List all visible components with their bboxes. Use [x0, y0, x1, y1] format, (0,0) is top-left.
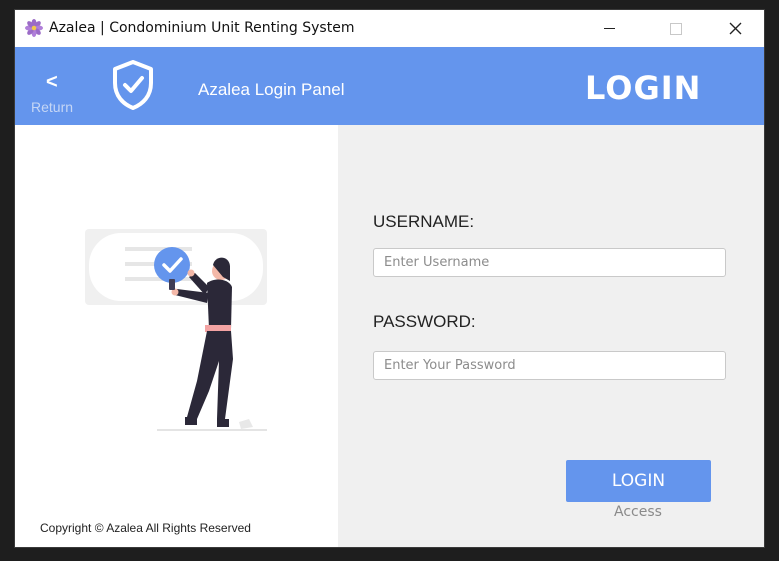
- illustration-panel: Copyright © Azalea All Rights Reserved: [15, 125, 338, 547]
- password-input[interactable]: [373, 351, 726, 380]
- access-label: Access: [614, 504, 662, 520]
- minimize-button[interactable]: [586, 10, 632, 47]
- close-icon: [729, 22, 741, 35]
- username-label: USERNAME:: [373, 212, 475, 231]
- window-title: Azalea | Condominium Unit Renting System: [49, 20, 355, 36]
- login-button[interactable]: LOGIN: [566, 460, 711, 502]
- maximize-icon: [670, 22, 682, 35]
- close-button[interactable]: [712, 10, 758, 47]
- page-heading: LOGIN: [585, 69, 702, 107]
- shield-check-icon: [113, 60, 153, 110]
- minimize-icon: [603, 28, 615, 29]
- app-window: Azalea | Condominium Unit Renting System…: [15, 10, 764, 547]
- title-bar: Azalea | Condominium Unit Renting System: [15, 10, 764, 48]
- password-label: PASSWORD:: [373, 312, 476, 331]
- back-chevron-icon: <: [46, 71, 58, 93]
- return-label: Return: [31, 99, 74, 115]
- maximize-button[interactable]: [653, 10, 699, 47]
- login-form: USERNAME: PASSWORD: LOGIN Access: [338, 125, 764, 547]
- copyright-text: Copyright © Azalea All Rights Reserved: [40, 521, 251, 535]
- username-input[interactable]: [373, 248, 726, 277]
- flower-icon: [25, 19, 43, 37]
- person-verified-illustration: [85, 229, 267, 431]
- header-bar: < Return Azalea Login Panel LOGIN: [15, 47, 764, 125]
- panel-title: Azalea Login Panel: [198, 80, 345, 99]
